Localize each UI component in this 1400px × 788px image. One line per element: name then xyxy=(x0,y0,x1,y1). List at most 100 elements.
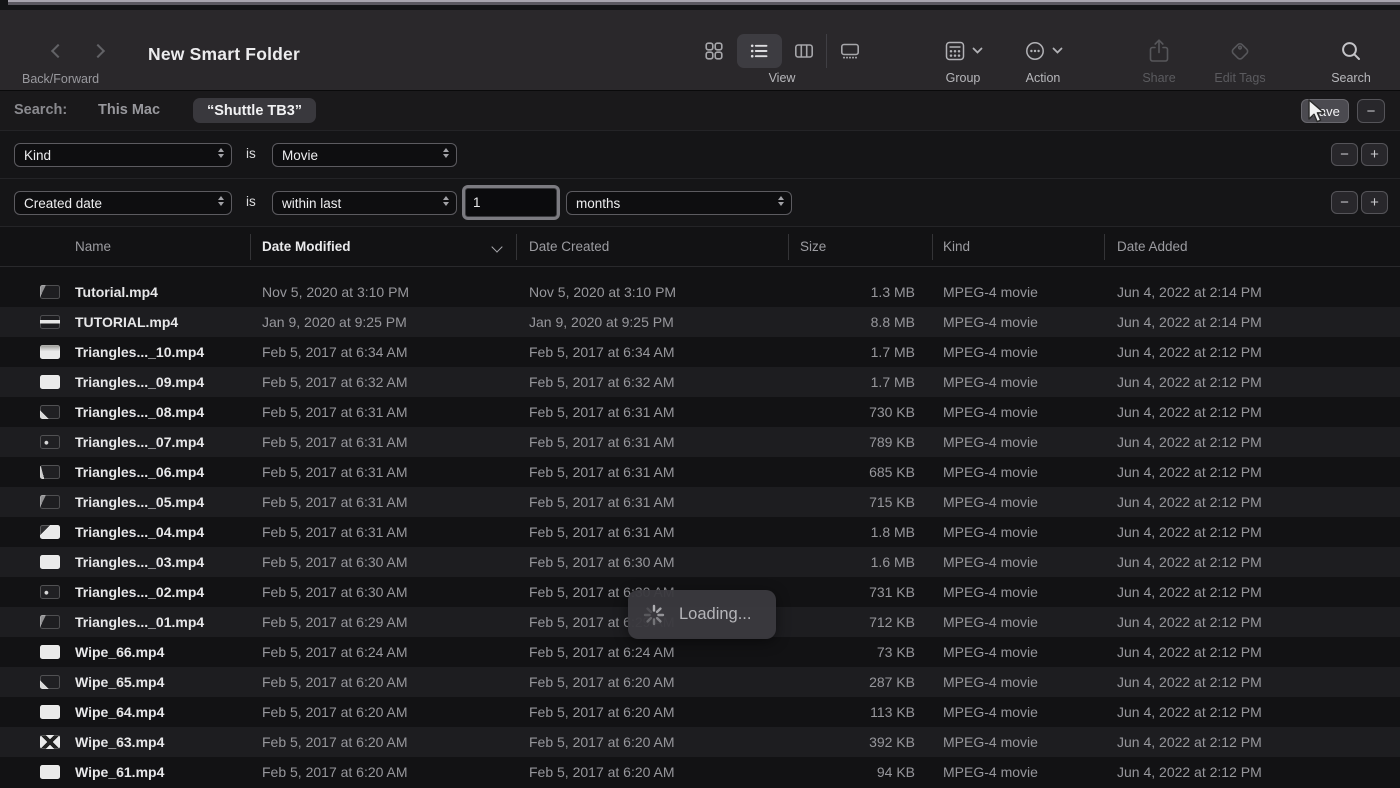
date-modified-cell: Feb 5, 2017 at 6:31 AM xyxy=(262,427,512,457)
gallery-view-button[interactable] xyxy=(826,34,872,68)
column-header-date-modified[interactable]: Date Modified xyxy=(262,227,351,267)
table-row[interactable]: Triangles..._06.mp4 Feb 5, 2017 at 6:31 … xyxy=(0,457,1400,487)
column-divider[interactable] xyxy=(788,234,789,260)
forward-button[interactable] xyxy=(88,40,108,62)
column-divider[interactable] xyxy=(1104,234,1105,260)
date-created-cell: Feb 5, 2017 at 6:31 AM xyxy=(529,397,784,427)
date-modified-cell: Feb 5, 2017 at 6:30 AM xyxy=(262,547,512,577)
column-header-date-created[interactable]: Date Created xyxy=(529,227,609,267)
ellipsis-circle-icon xyxy=(1023,39,1047,63)
date-created-cell: Feb 5, 2017 at 6:20 AM xyxy=(529,727,784,757)
date-added-cell: Jun 4, 2022 at 2:12 PM xyxy=(1117,577,1387,607)
video-thumbnail-icon xyxy=(40,675,60,689)
table-row[interactable]: Wipe_64.mp4 Feb 5, 2017 at 6:20 AM Feb 5… xyxy=(0,697,1400,727)
column-divider[interactable] xyxy=(516,234,517,260)
window-title: New Smart Folder xyxy=(148,44,300,65)
table-row[interactable]: Wipe_61.mp4 Feb 5, 2017 at 6:20 AM Feb 5… xyxy=(0,757,1400,787)
add-filter-button[interactable]: + xyxy=(1361,143,1388,166)
loading-spinner-icon xyxy=(641,602,667,628)
table-row[interactable]: TUTORIAL.mp4 Jan 9, 2020 at 9:25 PM Jan … xyxy=(0,307,1400,337)
date-added-cell: Jun 4, 2022 at 2:14 PM xyxy=(1117,277,1387,307)
file-name: Wipe_65.mp4 xyxy=(75,667,247,697)
table-row[interactable]: Triangles..._05.mp4 Feb 5, 2017 at 6:31 … xyxy=(0,487,1400,517)
column-divider[interactable] xyxy=(250,234,251,260)
column-header-size[interactable]: Size xyxy=(800,227,826,267)
column-header-kind[interactable]: Kind xyxy=(943,227,970,267)
table-row[interactable]: Wipe_66.mp4 Feb 5, 2017 at 6:24 AM Feb 5… xyxy=(0,637,1400,667)
date-modified-cell: Feb 5, 2017 at 6:29 AM xyxy=(262,607,512,637)
created-date-attribute-value: Created date xyxy=(24,196,102,211)
movie-value: Movie xyxy=(282,148,318,163)
file-name: Wipe_61.mp4 xyxy=(75,757,247,787)
kind-cell: MPEG-4 movie xyxy=(943,757,1101,787)
column-header-date-added[interactable]: Date Added xyxy=(1117,227,1188,267)
finder-smart-folder-window: Back/Forward New Smart Folder xyxy=(0,0,1400,788)
remove-search-criteria-button[interactable]: − xyxy=(1357,99,1385,123)
months-unit-value: months xyxy=(576,196,620,211)
kind-cell: MPEG-4 movie xyxy=(943,727,1101,757)
date-created-cell: Feb 5, 2017 at 6:20 AM xyxy=(529,697,784,727)
chevron-left-icon xyxy=(51,43,65,57)
kind-cell: MPEG-4 movie xyxy=(943,307,1101,337)
size-cell: 715 KB xyxy=(788,487,915,517)
column-divider[interactable] xyxy=(932,234,933,260)
date-modified-cell: Feb 5, 2017 at 6:20 AM xyxy=(262,697,512,727)
table-row[interactable]: Wipe_63.mp4 Feb 5, 2017 at 6:20 AM Feb 5… xyxy=(0,727,1400,757)
date-modified-cell: Feb 5, 2017 at 6:34 AM xyxy=(262,337,512,367)
table-row[interactable]: Tutorial.mp4 Nov 5, 2020 at 3:10 PM Nov … xyxy=(0,277,1400,307)
scope-shuttle-tb3-pill[interactable]: “Shuttle TB3” xyxy=(193,98,316,123)
kind-cell: MPEG-4 movie xyxy=(943,517,1101,547)
table-row[interactable]: Triangles..._03.mp4 Feb 5, 2017 at 6:30 … xyxy=(0,547,1400,577)
chevron-updown-icon xyxy=(443,148,449,158)
amount-input[interactable] xyxy=(465,188,557,217)
within-last-operator-select[interactable]: within last xyxy=(272,191,457,215)
months-unit-select[interactable]: months xyxy=(566,191,792,215)
view-segmented-control xyxy=(692,34,872,68)
table-row[interactable]: Triangles..._09.mp4 Feb 5, 2017 at 6:32 … xyxy=(0,367,1400,397)
video-thumbnail-icon xyxy=(40,735,60,749)
date-added-cell: Jun 4, 2022 at 2:12 PM xyxy=(1117,337,1387,367)
file-table-header: Name Date Modified Date Created Size Kin… xyxy=(0,227,1400,267)
column-view-button[interactable] xyxy=(782,34,827,68)
date-modified-cell: Feb 5, 2017 at 6:31 AM xyxy=(262,457,512,487)
back-button[interactable] xyxy=(48,40,68,62)
table-row[interactable]: Triangles..._10.mp4 Feb 5, 2017 at 6:34 … xyxy=(0,337,1400,367)
date-modified-cell: Feb 5, 2017 at 6:31 AM xyxy=(262,517,512,547)
add-filter-button[interactable]: + xyxy=(1361,191,1388,214)
date-created-cell: Feb 5, 2017 at 6:20 AM xyxy=(529,667,784,697)
chevron-right-icon xyxy=(91,43,105,57)
action-button[interactable]: Action xyxy=(1006,34,1080,85)
table-row[interactable]: Triangles..._07.mp4 Feb 5, 2017 at 6:31 … xyxy=(0,427,1400,457)
edit-tags-label: Edit Tags xyxy=(1214,71,1265,85)
file-name: Triangles..._06.mp4 xyxy=(75,457,247,487)
list-view-button[interactable] xyxy=(737,34,782,68)
video-thumbnail-icon xyxy=(40,495,60,509)
window-top-edge xyxy=(0,0,1400,10)
table-row[interactable]: Wipe_65.mp4 Feb 5, 2017 at 6:20 AM Feb 5… xyxy=(0,667,1400,697)
date-added-cell: Jun 4, 2022 at 2:12 PM xyxy=(1117,397,1387,427)
movie-value-select[interactable]: Movie xyxy=(272,143,457,167)
size-cell: 730 KB xyxy=(788,397,915,427)
file-name: Triangles..._07.mp4 xyxy=(75,427,247,457)
group-label: Group xyxy=(946,71,981,85)
chevron-down-icon xyxy=(972,47,983,55)
remove-filter-button[interactable]: − xyxy=(1331,191,1358,214)
file-name: Triangles..._10.mp4 xyxy=(75,337,247,367)
created-date-attribute-select[interactable]: Created date xyxy=(14,191,232,215)
icon-view-button[interactable] xyxy=(692,34,737,68)
size-cell: 1.7 MB xyxy=(788,337,915,367)
group-button[interactable]: Group xyxy=(920,34,1006,85)
table-row[interactable]: Triangles..._08.mp4 Feb 5, 2017 at 6:31 … xyxy=(0,397,1400,427)
search-button[interactable]: Search xyxy=(1321,34,1381,85)
within-last-value: within last xyxy=(282,196,341,211)
edit-tags-button[interactable]: Edit Tags xyxy=(1200,34,1280,85)
date-modified-cell: Nov 5, 2020 at 3:10 PM xyxy=(262,277,512,307)
scope-this-mac[interactable]: This Mac xyxy=(98,102,160,118)
share-button[interactable]: Share xyxy=(1125,34,1193,85)
table-row[interactable]: Triangles..._04.mp4 Feb 5, 2017 at 6:31 … xyxy=(0,517,1400,547)
date-created-cell: Feb 5, 2017 at 6:24 AM xyxy=(529,637,784,667)
remove-filter-button[interactable]: − xyxy=(1331,143,1358,166)
kind-attribute-select[interactable]: Kind xyxy=(14,143,232,167)
column-header-name[interactable]: Name xyxy=(75,227,111,267)
kind-cell: MPEG-4 movie xyxy=(943,367,1101,397)
